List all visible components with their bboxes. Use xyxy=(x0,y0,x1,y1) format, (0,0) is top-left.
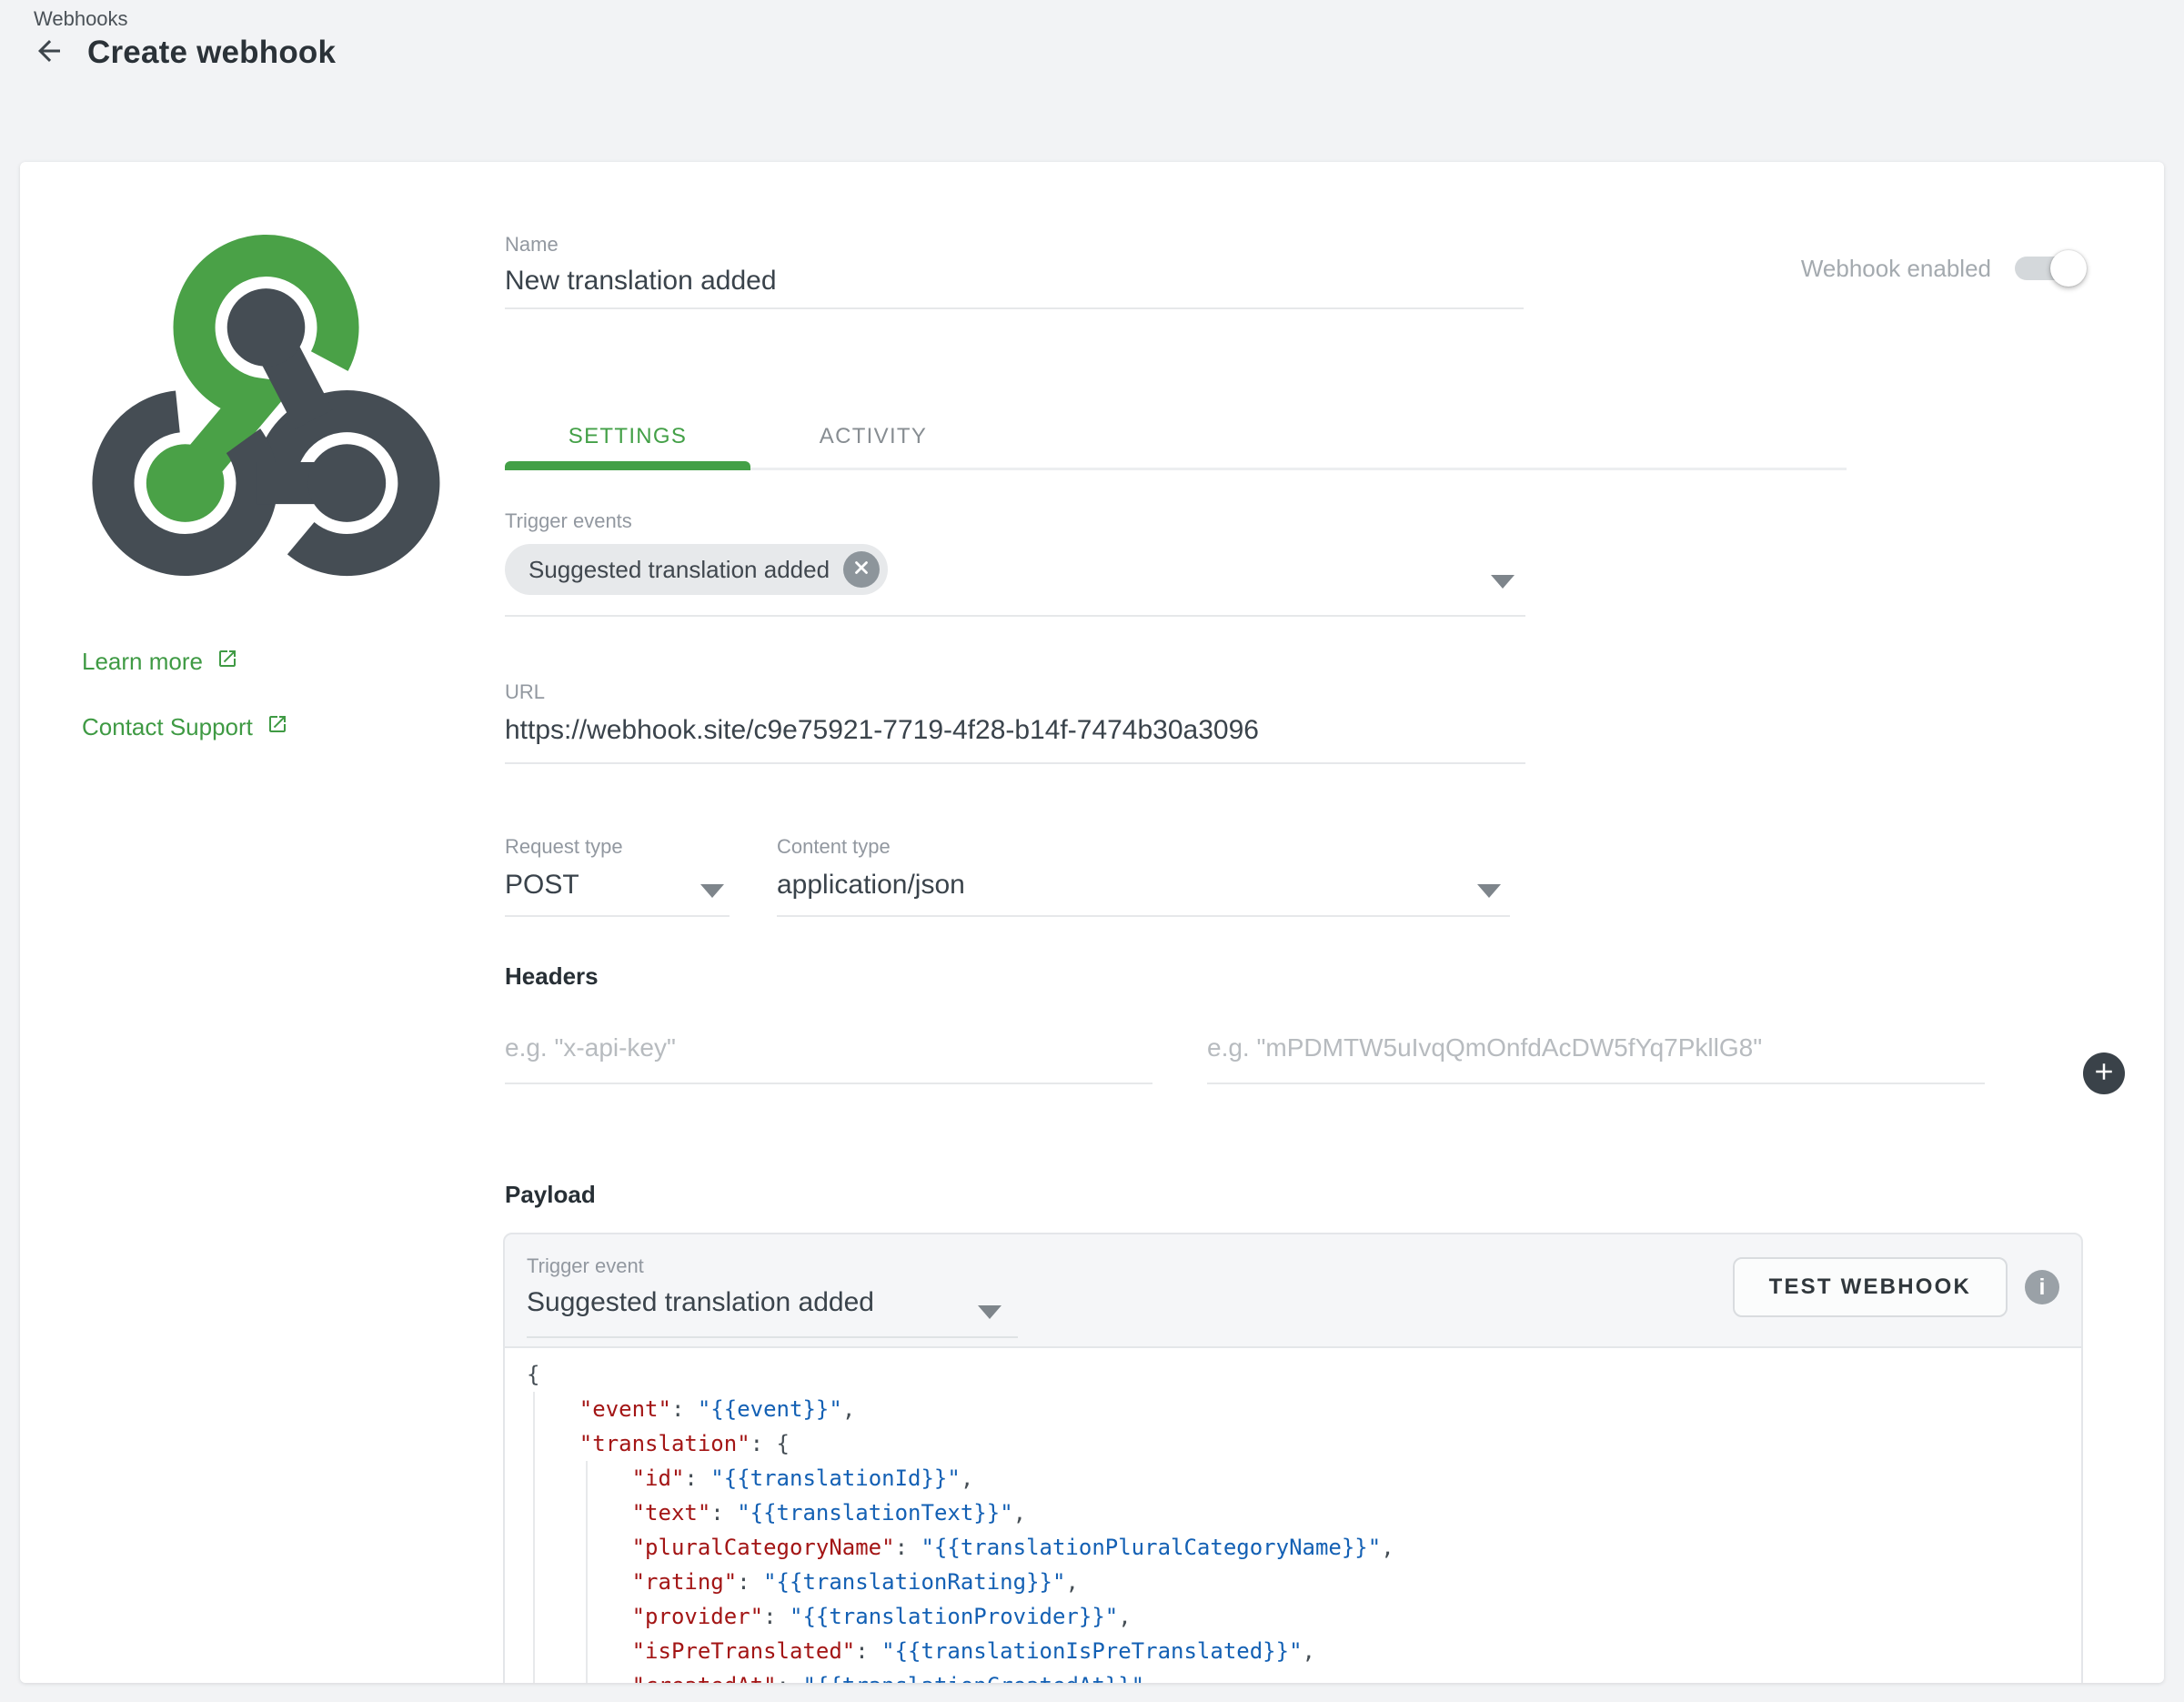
trigger-events-label: Trigger events xyxy=(505,509,1525,533)
content-type-label: Content type xyxy=(777,835,1510,859)
trigger-event-chip[interactable]: Suggested translation added xyxy=(505,544,888,595)
contact-support-label: Contact Support xyxy=(82,713,253,741)
toggle-thumb xyxy=(2050,250,2087,287)
page-title: Create webhook xyxy=(87,35,336,71)
url-label: URL xyxy=(505,680,1525,704)
header-key-field xyxy=(505,1017,1152,1084)
payload-trigger-event-value[interactable]: Suggested translation added xyxy=(527,1287,1018,1318)
external-link-icon xyxy=(267,713,288,741)
name-field: Name xyxy=(505,233,1524,309)
payload-code-lines: { "event": "{{event}}", "translation": {… xyxy=(527,1357,2063,1683)
header-key-input[interactable] xyxy=(505,1033,1152,1062)
contact-support-link[interactable]: Contact Support xyxy=(82,713,288,741)
create-webhook-screen: Webhooks Create webhook xyxy=(0,0,2184,1702)
close-icon xyxy=(851,556,871,584)
payload-panel-header: Trigger event Suggested translation adde… xyxy=(505,1234,2081,1346)
info-icon[interactable]: i xyxy=(2025,1270,2059,1304)
breadcrumb[interactable]: Webhooks xyxy=(34,7,128,31)
tab-settings-label: SETTINGS xyxy=(569,424,687,449)
url-field: URL xyxy=(505,680,1525,764)
tab-settings[interactable]: SETTINGS xyxy=(505,405,750,468)
learn-more-link[interactable]: Learn more xyxy=(82,648,238,676)
payload-panel: Trigger event Suggested translation adde… xyxy=(503,1233,2083,1683)
payload-trigger-event-label: Trigger event xyxy=(527,1254,1018,1278)
request-type-value[interactable]: POST xyxy=(505,870,730,901)
webhook-enabled-toggle[interactable] xyxy=(2015,257,2084,280)
learn-more-label: Learn more xyxy=(82,648,203,676)
payload-trigger-event-caret-icon[interactable] xyxy=(978,1305,1001,1319)
content-type-select[interactable]: Content type application/json xyxy=(777,835,1510,917)
trigger-events-field[interactable]: Trigger events Suggested translation add… xyxy=(505,509,1525,617)
header-value-input[interactable] xyxy=(1207,1033,1985,1062)
tab-activity[interactable]: ACTIVITY xyxy=(750,405,996,468)
name-label: Name xyxy=(505,233,1524,257)
chip-label: Suggested translation added xyxy=(528,556,830,584)
content-type-caret-icon[interactable] xyxy=(1477,884,1501,898)
request-type-caret-icon[interactable] xyxy=(700,884,724,898)
chip-remove-button[interactable] xyxy=(843,551,880,588)
payload-title: Payload xyxy=(505,1181,596,1209)
back-button[interactable] xyxy=(31,35,67,71)
webhook-form-card: Learn more Contact Support Name Webhook … xyxy=(20,162,2164,1683)
webhook-enabled-label: Webhook enabled xyxy=(1801,255,1991,283)
header-value-field xyxy=(1207,1017,1985,1084)
title-row: Create webhook xyxy=(31,35,336,71)
chip-row: Suggested translation added xyxy=(505,544,1525,595)
name-input[interactable] xyxy=(505,266,1524,297)
url-input[interactable] xyxy=(505,715,1525,746)
webhook-logo xyxy=(86,226,446,589)
external-link-icon xyxy=(216,648,238,676)
request-type-label: Request type xyxy=(505,835,730,859)
payload-trigger-event-select[interactable]: Trigger event Suggested translation adde… xyxy=(527,1254,1018,1338)
tabstrip: SETTINGS ACTIVITY xyxy=(505,405,1847,470)
add-header-button[interactable] xyxy=(2083,1052,2125,1094)
active-tab-indicator xyxy=(505,461,750,470)
plus-icon xyxy=(2090,1058,2118,1090)
test-webhook-button[interactable]: TEST WEBHOOK xyxy=(1733,1257,2008,1317)
back-arrow-icon xyxy=(33,35,65,72)
trigger-events-caret-icon[interactable] xyxy=(1491,575,1515,589)
webhook-enabled-row: Webhook enabled xyxy=(1801,249,2084,287)
content-type-value[interactable]: application/json xyxy=(777,870,1510,901)
headers-title: Headers xyxy=(505,962,599,991)
tab-activity-label: ACTIVITY xyxy=(820,424,927,449)
request-type-select[interactable]: Request type POST xyxy=(505,835,730,917)
payload-code-editor[interactable]: { "event": "{{event}}", "translation": {… xyxy=(505,1346,2081,1683)
